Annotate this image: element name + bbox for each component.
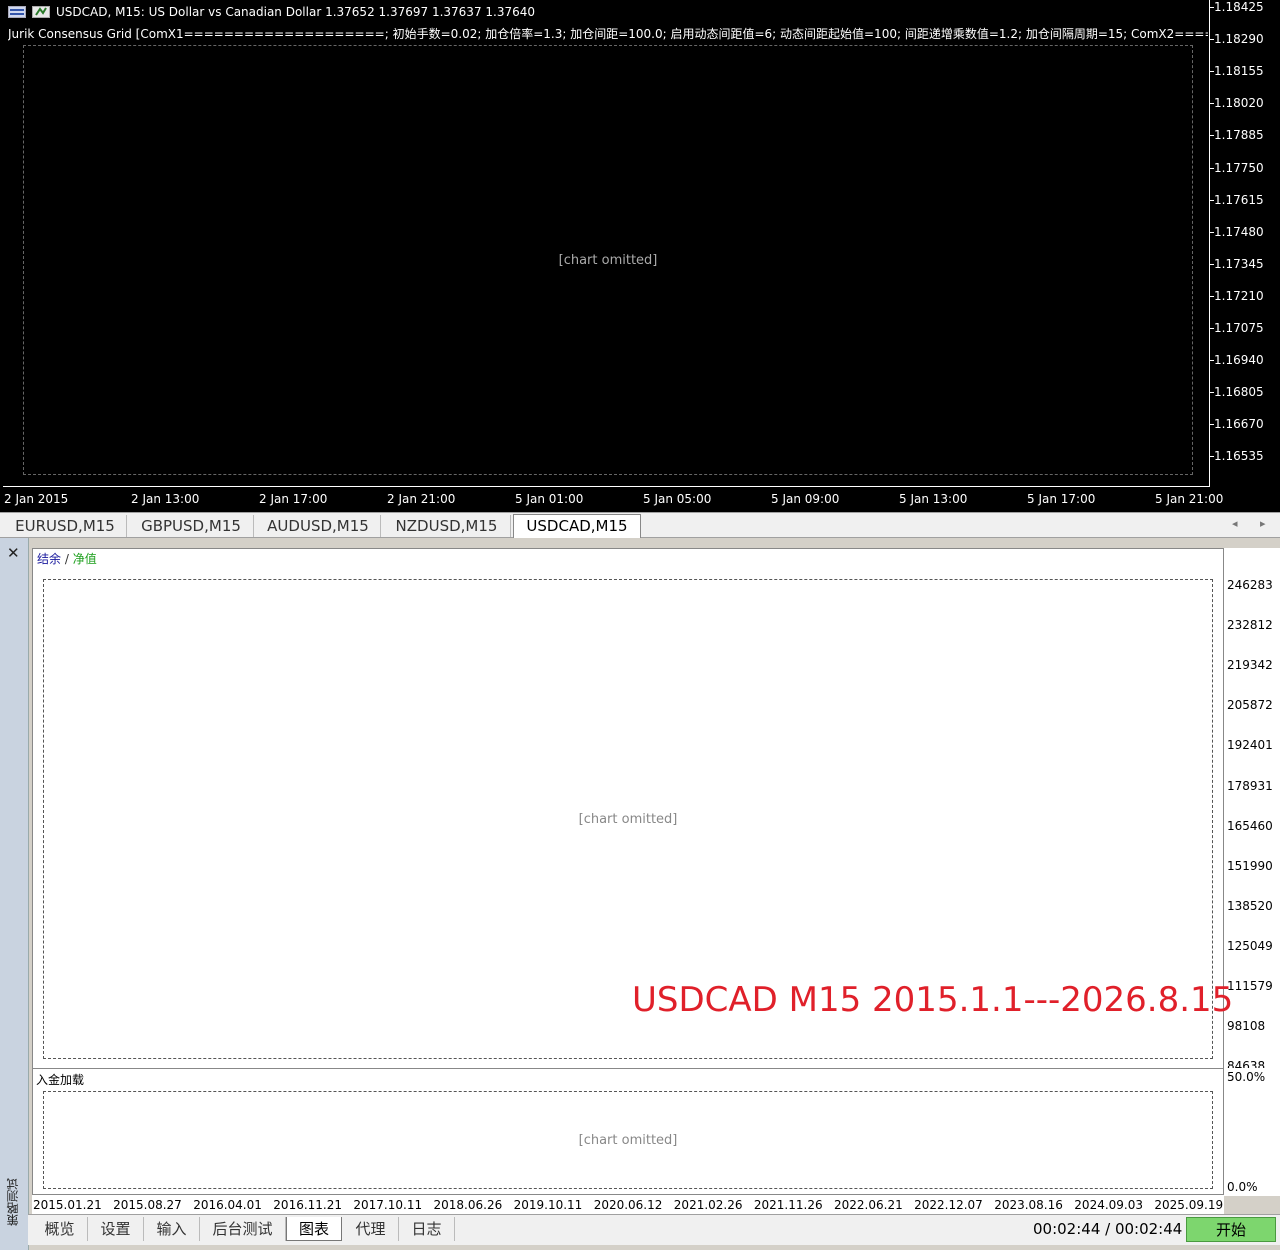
price-tick-label: 1.17345 (1210, 256, 1264, 271)
date-tick-label: 2025.09.19 (1154, 1198, 1224, 1212)
price-tick-label: 1.18290 (1210, 32, 1264, 47)
legend-balance: 结余 (37, 552, 62, 566)
tester-tab-2[interactable]: 输入 (144, 1217, 200, 1241)
tab-scroll-right-icon[interactable]: ▸ (1260, 517, 1266, 530)
price-axis: 1.18425 1.18290 1.18155 1.18020 1.17885 1.177… (1210, 0, 1280, 487)
price-tick-label: 1.16535 (1210, 449, 1264, 464)
legend-separator: / (61, 552, 73, 566)
price-tick-label: 1.17075 (1210, 321, 1264, 335)
indicator-parameters: Jurik Consensus Grid [ComX1=============… (8, 27, 1208, 41)
equity-tick-label: 192401 (1227, 738, 1273, 753)
time-tick-label: 5 Jan 09:00 (771, 492, 840, 506)
date-tick-label: 2020.06.12 (593, 1198, 663, 1212)
time-tick-label: 5 Jan 21:00 (1155, 492, 1224, 506)
date-tick-label: 2021.11.26 (753, 1198, 823, 1212)
equity-tick-label: 165460 (1227, 818, 1273, 833)
symbol-tab-nzdusd[interactable]: NZDUSD,M15 (383, 515, 511, 537)
symbol-header-text: USDCAD, M15: US Dollar vs Canadian Dolla… (56, 5, 536, 19)
legend-equity: 净值 (72, 552, 97, 566)
date-tick-label: 2016.04.01 (193, 1198, 262, 1212)
symbol-tab-usdcad[interactable]: USDCAD,M15 (513, 514, 641, 538)
deposit-tick-label: 50.0% (1227, 1070, 1266, 1084)
equity-tick-label: 246283 (1227, 578, 1273, 592)
symbol-tab-eurusd[interactable]: EURUSD,M15 (4, 515, 127, 537)
time-tick-label: 2 Jan 17:00 (259, 492, 328, 506)
symbol-tab-gbpusd[interactable]: GBPUSD,M15 (129, 515, 254, 537)
date-tick-label: 2016.11.21 (273, 1198, 343, 1212)
tester-tab-6[interactable]: 日志 (399, 1217, 455, 1241)
price-tick-label: 1.18155 (1210, 64, 1264, 79)
price-tick-label: 1.16805 (1210, 385, 1264, 400)
price-plot-area[interactable]: [chart omitted] (3, 0, 1210, 487)
backtest-overlay-label: USDCAD M15 2015.1.1---2026.8.15 (632, 980, 1234, 1020)
time-tick-label: 2 Jan 2015 (4, 492, 69, 506)
equity-tick-label: 232812 (1227, 618, 1273, 633)
time-tick-label: 2 Jan 21:00 (387, 492, 456, 506)
equity-tick-label: 125049 (1227, 938, 1273, 953)
equity-tick-label: 205872 (1227, 698, 1273, 713)
date-tick-label: 2017.10.11 (353, 1198, 423, 1212)
date-tick-label: 2015.01.21 (33, 1198, 102, 1212)
price-tick-label: 1.18425 (1210, 0, 1264, 14)
date-axis: 2015.01.21 2015.08.27 2016.04.01 2016.11.21… (32, 1196, 1224, 1214)
candlestick-chart-placeholder: [chart omitted] (23, 45, 1193, 475)
tester-tab-0[interactable]: 概览 (32, 1217, 88, 1241)
price-tick-label: 1.17750 (1210, 160, 1264, 175)
chart-window-icon (8, 6, 26, 18)
price-tick-label: 1.16940 (1210, 353, 1264, 368)
time-tick-label: 5 Jan 17:00 (1027, 492, 1096, 506)
start-button[interactable]: 开始 (1186, 1217, 1276, 1242)
price-tick-label: 1.17885 (1210, 128, 1264, 143)
date-tick-label: 2019.10.11 (513, 1198, 583, 1212)
elapsed-timer: 00:02:44 / 00:02:44 (1033, 1220, 1183, 1238)
tester-side-strip: ✕ 策略测试 (0, 538, 29, 1250)
equity-legend: 结余 / 净值 (37, 550, 97, 567)
equity-axis: 246283 232812 219342 205872 192401 178931 1654… (1224, 548, 1280, 1073)
time-axis: 2 Jan 2015 2 Jan 13:00 2 Jan 17:00 2 Jan 21… (0, 488, 1223, 512)
equity-tick-label: 98108 (1227, 1019, 1266, 1034)
equity-tick-label: 111579 (1227, 979, 1273, 993)
close-icon[interactable]: ✕ (7, 544, 20, 562)
tester-tab-4[interactable]: 图表 (286, 1217, 342, 1241)
time-tick-label: 5 Jan 13:00 (899, 492, 968, 506)
equity-tick-label: 151990 (1227, 858, 1273, 873)
tester-side-label: 策略测试 (6, 1178, 20, 1226)
chart-header: USDCAD, M15: US Dollar vs Canadian Dolla… (8, 5, 535, 19)
time-tick-label: 5 Jan 05:00 (643, 492, 712, 506)
deposit-tick-label: 0.0% (1227, 1180, 1258, 1194)
symbol-tab-audusd[interactable]: AUDUSD,M15 (256, 515, 381, 537)
date-tick-label: 2022.06.21 (834, 1198, 903, 1212)
deposit-load-chart[interactable]: [chart omitted] 入金加载 50.0% 0.0% (32, 1068, 1280, 1196)
strategy-tester-panel: ✕ 策略测试 [chart omitted] 结余 / 净值 USDCAD M1… (0, 538, 1280, 1250)
date-tick-label: 2024.09.03 (1074, 1198, 1144, 1212)
equity-tick-label: 138520 (1227, 898, 1273, 913)
balance-equity-chart[interactable]: [chart omitted] 结余 / 净值 USDCAD M15 2015.… (32, 548, 1280, 1073)
date-tick-label: 2022.12.07 (914, 1198, 983, 1212)
date-tick-label: 2018.06.26 (433, 1198, 503, 1212)
time-tick-label: 5 Jan 01:00 (515, 492, 584, 506)
tester-tab-3[interactable]: 后台测试 (200, 1217, 286, 1241)
price-tick-label: 1.18020 (1210, 96, 1264, 111)
tester-tab-1[interactable]: 设置 (88, 1217, 144, 1241)
equity-tick-label: 219342 (1227, 658, 1273, 673)
expert-advisor-icon (32, 6, 50, 18)
price-tick-label: 1.17480 (1210, 224, 1264, 239)
price-chart[interactable]: [chart omitted] USDCAD, M15: US Dollar v… (0, 0, 1280, 512)
time-tick-label: 2 Jan 13:00 (131, 492, 200, 506)
date-tick-label: 2021.02.26 (673, 1198, 743, 1212)
deposit-load-placeholder: [chart omitted] (43, 1091, 1213, 1189)
deposit-load-label: 入金加载 (36, 1073, 85, 1087)
date-tick-label: 2023.08.16 (994, 1198, 1063, 1212)
price-tick-label: 1.17615 (1210, 192, 1264, 207)
tab-scroll-left-icon[interactable]: ◂ (1232, 517, 1238, 530)
tester-tab-bar: 00:02:44 / 00:02:44 开始 概览 设置 输入 后台测试 图表 代理 日志 (28, 1214, 1280, 1245)
deposit-plot-area: [chart omitted] (32, 1068, 1224, 1195)
tester-tab-5[interactable]: 代理 (343, 1217, 399, 1241)
price-tick-label: 1.16670 (1210, 417, 1264, 432)
symbol-tab-bar: ◂ ▸ EURUSD,M15 GBPUSD,M15 AUDUSD,M15 NZDUSD… (0, 512, 1280, 538)
price-tick-label: 1.17210 (1210, 288, 1264, 303)
equity-tick-label: 178931 (1227, 778, 1273, 793)
deposit-axis: 50.0% 0.0% (1224, 1068, 1280, 1195)
date-tick-label: 2015.08.27 (113, 1198, 182, 1212)
